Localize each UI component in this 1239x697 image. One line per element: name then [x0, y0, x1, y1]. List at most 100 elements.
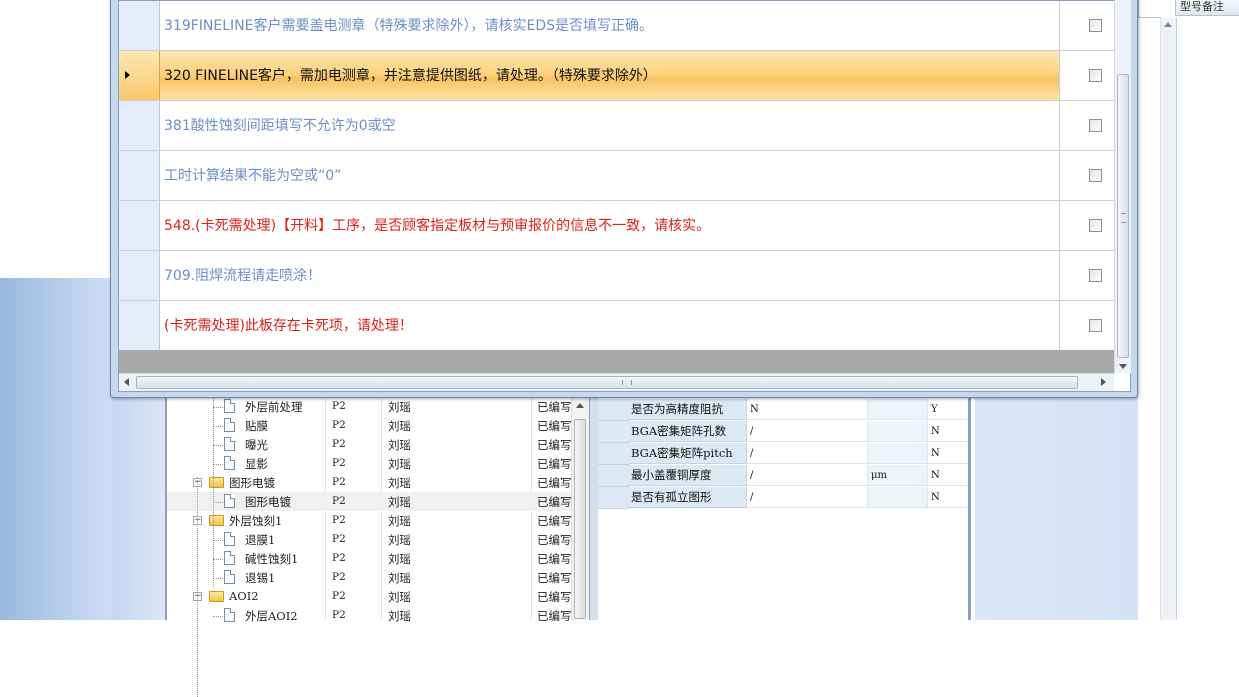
property-name: 是否为高精度阻抗 [629, 399, 747, 420]
tree-node[interactable]: 贴膜 P2 刘瑶 已编写 [167, 416, 572, 435]
tree-node-user: 刘瑶 [388, 457, 411, 471]
checkbox-cell[interactable] [1059, 1, 1114, 50]
row-header[interactable] [598, 421, 630, 443]
scroll-down-arrow-icon[interactable] [1119, 364, 1127, 369]
message-text: 381酸性蚀刻间距填写不允许为0或空 [164, 118, 396, 134]
property-value[interactable]: N [747, 399, 868, 420]
tree-vertical-scrollbar[interactable] [571, 397, 589, 620]
property-unit [868, 421, 928, 442]
property-row[interactable]: 最小盖覆铜厚度 / μm N [598, 465, 968, 487]
file-icon [224, 399, 235, 413]
confirm-checkbox[interactable] [1089, 69, 1102, 82]
checkbox-cell[interactable] [1059, 251, 1114, 300]
confirm-checkbox[interactable] [1089, 119, 1102, 132]
message-row[interactable]: 工时计算结果不能为空或“0” [119, 151, 1114, 201]
row-header[interactable] [119, 1, 160, 50]
row-header[interactable] [598, 465, 630, 487]
tree-node[interactable]: 显影 P2 刘瑶 已编写 [167, 454, 572, 473]
checkbox-cell[interactable] [1059, 51, 1114, 100]
message-text: 548.(卡死需处理)【开料】工序，是否顾客指定板材与预审报价的信息不一致，请核… [164, 218, 711, 234]
tree-node-user: 刘瑶 [388, 495, 411, 509]
tree-node-code: P2 [332, 419, 346, 431]
row-header[interactable] [119, 51, 160, 100]
tree-node-user: 刘瑶 [388, 438, 411, 452]
property-row[interactable]: 是否为高精度阻抗 N Y [598, 399, 968, 421]
tree-connector [213, 426, 223, 427]
property-name: BGA密集矩阵孔数 [629, 421, 747, 442]
right-vertical-scrollbar[interactable] [1160, 18, 1177, 620]
property-flag[interactable]: N [928, 421, 968, 442]
tree-node[interactable]: 退膜1 P2 刘瑶 已编写 [167, 530, 572, 549]
message-row[interactable]: 548.(卡死需处理)【开料】工序，是否顾客指定板材与预审报价的信息不一致，请核… [119, 201, 1114, 251]
scroll-thumb[interactable] [1117, 74, 1129, 358]
row-header[interactable] [119, 301, 160, 350]
confirm-checkbox[interactable] [1089, 219, 1102, 232]
scroll-right-arrow-icon[interactable] [1101, 378, 1106, 386]
checkbox-cell[interactable] [1059, 151, 1114, 200]
tree-node[interactable]: 碱性蚀刻1 P2 刘瑶 已编写 [167, 549, 572, 568]
property-unit: μm [868, 465, 928, 486]
row-header[interactable] [598, 443, 630, 465]
tree-node-code: P2 [332, 609, 346, 621]
tree-node[interactable]: 退锡1 P2 刘瑶 已编写 [167, 568, 572, 587]
property-row[interactable]: 是否有孤立图形 / N [598, 487, 968, 509]
row-header[interactable] [119, 201, 160, 250]
tree-node-user: 刘瑶 [388, 533, 411, 547]
scroll-thumb[interactable] [574, 419, 586, 619]
grid-empty-area [119, 350, 1114, 373]
message-row[interactable]: (卡死需处理)此板存在卡死项，请处理！ [119, 301, 1114, 351]
tree-node-status: 已编写 [537, 419, 572, 433]
column-header-model-remark[interactable]: 型号备注 [1175, 0, 1239, 16]
tree-node-status: 已编写 [537, 571, 572, 585]
row-header[interactable] [119, 151, 160, 200]
confirm-checkbox[interactable] [1089, 269, 1102, 282]
scroll-up-arrow-icon[interactable] [576, 403, 584, 408]
confirm-checkbox[interactable] [1089, 319, 1102, 332]
scroll-thumb[interactable] [136, 376, 1078, 389]
tree-node[interactable]: − 外层蚀刻1 P2 刘瑶 已编写 [167, 511, 572, 530]
message-row[interactable]: 709.阻焊流程请走喷涂！ [119, 251, 1114, 301]
property-flag[interactable]: N [928, 443, 968, 464]
confirm-checkbox[interactable] [1089, 19, 1102, 32]
tree-node-user: 刘瑶 [388, 590, 411, 604]
tree-node[interactable]: − 图形电镀 P2 刘瑶 已编写 [167, 473, 572, 492]
checkbox-cell[interactable] [1059, 101, 1114, 150]
checkbox-cell[interactable] [1059, 301, 1114, 350]
tree-node[interactable]: − AOI2 P2 刘瑶 已编写 [167, 587, 572, 606]
row-header[interactable] [119, 101, 160, 150]
property-value[interactable]: / [747, 421, 868, 442]
background-blank-area [0, 0, 112, 279]
tree-node-code: P2 [332, 552, 346, 564]
scroll-left-arrow-icon[interactable] [124, 378, 129, 386]
message-vertical-scrollbar[interactable] [1114, 0, 1131, 373]
scroll-up-arrow-icon[interactable] [1164, 22, 1172, 27]
message-row[interactable]: 381酸性蚀刻间距填写不允许为0或空 [119, 101, 1114, 151]
property-flag[interactable]: Y [928, 399, 968, 420]
tree-node[interactable]: 外层AOI2 P2 刘瑶 已编写 [167, 606, 572, 625]
confirm-checkbox[interactable] [1089, 169, 1102, 182]
tree-node[interactable]: 外层前处理 P2 刘瑶 已编写 [167, 397, 572, 416]
tree-node-label: 碱性蚀刻1 [245, 552, 299, 566]
tree-node[interactable]: 曝光 P2 刘瑶 已编写 [167, 435, 572, 454]
row-header[interactable] [598, 399, 630, 421]
message-horizontal-scrollbar[interactable] [119, 373, 1114, 391]
property-value[interactable]: / [747, 487, 868, 508]
message-row[interactable]: 319FINELINE客户需要盖电测章（特殊要求除外），请核实EDS是否填写正确… [119, 1, 1114, 51]
tree-node-status: 已编写 [537, 438, 572, 452]
row-header[interactable] [119, 251, 160, 300]
property-name: 最小盖覆铜厚度 [629, 465, 747, 486]
property-flag[interactable]: N [928, 487, 968, 508]
property-value[interactable]: / [747, 443, 868, 464]
property-row[interactable]: BGA密集矩阵pitch / N [598, 443, 968, 465]
property-value[interactable]: / [747, 465, 868, 486]
file-icon [224, 570, 235, 584]
row-header[interactable] [598, 487, 630, 509]
property-row[interactable]: BGA密集矩阵孔数 / N [598, 421, 968, 443]
checkbox-cell[interactable] [1059, 201, 1114, 250]
message-row[interactable]: 320 FINELINE客户，需加电测章，并注意提供图纸，请处理。（特殊要求除外… [119, 51, 1114, 101]
tree-node[interactable]: 图形电镀 P2 刘瑶 已编写 [167, 492, 572, 511]
property-grid: 是否为高精度阻抗 N Y BGA密集矩阵孔数 / N BGA密集矩阵pitch / N 最小盖覆铜… [598, 397, 971, 620]
property-flag[interactable]: N [928, 465, 968, 486]
tree-connector [213, 445, 223, 446]
tree-node-status: 已编写 [537, 533, 572, 547]
